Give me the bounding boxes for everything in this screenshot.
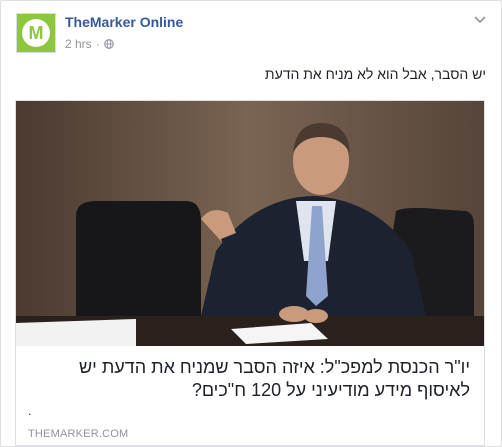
page-name-link[interactable]: TheMarker Online <box>65 14 183 30</box>
link-preview-body[interactable]: יו"ר הכנסת למפכ"ל: איזה הסבר שמניח את הד… <box>16 346 484 445</box>
post-timestamp[interactable]: 2 hrs <box>65 37 92 51</box>
post-text: יש הסבר, אבל הוא לא מניח את הדעת <box>264 66 486 82</box>
post-meta: 2 hrs · <box>65 37 114 51</box>
link-preview-image[interactable] <box>16 101 484 346</box>
link-headline[interactable]: יו"ר הכנסת למפכ"ל: איזה הסבר שמניח את הד… <box>30 356 470 402</box>
photo-illustration <box>16 101 484 346</box>
post-card: M TheMarker Online 2 hrs · יש הסבר, אבל … <box>0 0 502 447</box>
page-avatar[interactable]: M <box>16 13 56 53</box>
globe-icon[interactable] <box>103 39 114 49</box>
meta-separator: · <box>95 37 100 51</box>
link-description: . <box>28 404 32 418</box>
chevron-down-icon[interactable] <box>473 14 487 24</box>
link-domain: THEMARKER.COM <box>28 428 129 440</box>
link-preview-card[interactable]: יו"ר הכנסת למפכ"ל: איזה הסבר שמניח את הד… <box>15 100 485 446</box>
logo-m-icon: M <box>22 19 50 47</box>
